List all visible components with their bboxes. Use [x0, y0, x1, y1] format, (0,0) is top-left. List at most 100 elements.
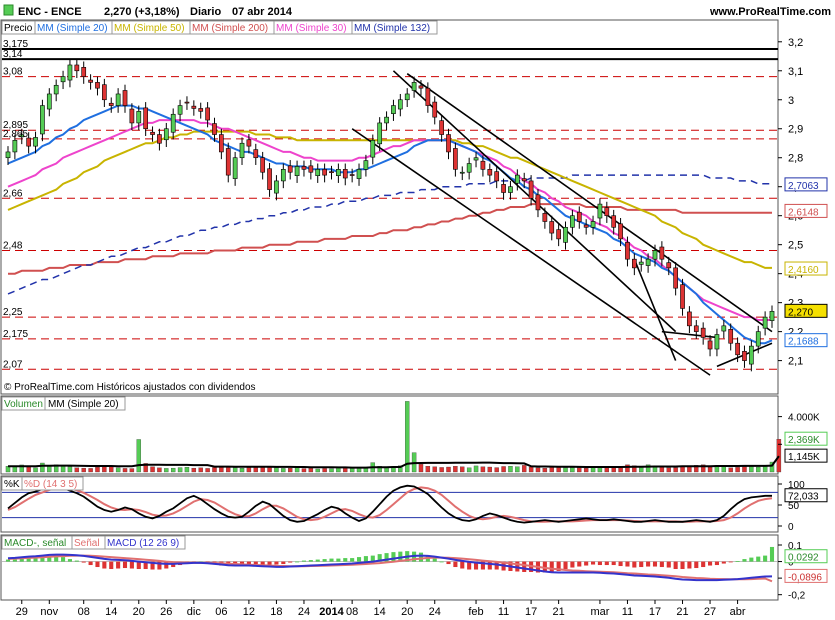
candle-body	[728, 329, 734, 344]
candle-body	[680, 284, 685, 309]
candle-body	[494, 171, 500, 182]
value-tag-text: 2,1688	[788, 337, 819, 348]
macd-hist-bar	[343, 558, 348, 562]
macd-hist-bar	[363, 556, 368, 562]
macd-hist-bar	[611, 561, 616, 566]
macd-hist-bar	[274, 561, 279, 565]
stochastic-panel: %K %D (14 3 5) 10050072,033	[0, 475, 828, 533]
candle-body	[425, 87, 431, 106]
candle-body	[280, 169, 286, 182]
x-tick-label: 29	[16, 606, 28, 618]
volume-bar	[294, 467, 300, 473]
macd-hist-bar	[549, 561, 554, 572]
volume-tag-text: 2,369K	[788, 435, 820, 446]
macd-hist-bar	[646, 561, 651, 567]
volume-bar	[274, 467, 279, 473]
candle-body	[384, 116, 389, 124]
volume-bar	[184, 467, 190, 473]
volume-bar	[680, 466, 685, 473]
candle-body	[370, 140, 376, 158]
volume-bar	[728, 467, 733, 473]
volume-bar	[136, 439, 141, 473]
date: 07 abr 2014	[232, 6, 293, 18]
candle-body	[67, 64, 73, 81]
candle-body	[267, 168, 272, 190]
candle-body	[397, 99, 403, 110]
candle-body	[198, 108, 204, 112]
volume-bar	[446, 466, 451, 473]
legend-sma30: MM (Simple 30)	[276, 23, 347, 34]
x-tick-label: 2014	[319, 606, 344, 618]
candle-body	[232, 157, 238, 179]
macd-hist-bar	[432, 558, 437, 562]
volume-bar	[239, 467, 245, 473]
candle-body	[446, 134, 451, 153]
volume-bar	[639, 466, 644, 473]
macd-hist-bar	[563, 561, 568, 570]
volume-bar	[749, 466, 754, 473]
candle-body	[315, 169, 321, 176]
candle-body	[177, 105, 183, 115]
candle-body	[459, 171, 465, 174]
volume-bar	[253, 466, 258, 473]
volume-axis: 4.000K 2,369K 1,145K	[778, 413, 828, 463]
candle-body	[762, 316, 768, 329]
volume-bar	[659, 466, 665, 473]
candle-body	[707, 340, 713, 350]
macd-hist-bar	[584, 561, 589, 566]
x-tick-label: abr	[730, 606, 746, 618]
macd-hist-bar	[763, 555, 768, 562]
level-label: 3,14	[3, 49, 23, 60]
x-tick-label: 27	[704, 606, 716, 618]
level-label: 2,865	[3, 129, 28, 140]
macd-hist-bar	[749, 557, 754, 562]
macd-hist-bar	[590, 561, 596, 565]
level-label: 2,48	[3, 240, 23, 251]
volume-bar	[281, 468, 286, 473]
volume-bar	[315, 468, 320, 473]
macd-hist-bar	[356, 557, 362, 562]
volume-bar	[88, 468, 93, 473]
candle-body	[81, 67, 87, 77]
candle-body	[521, 178, 527, 182]
x-tick-label: feb	[468, 606, 483, 618]
level-label: 2,66	[3, 188, 23, 199]
macd-hist-bar	[88, 561, 93, 566]
candle-body	[294, 166, 300, 176]
macd-tick-label: -0,2	[788, 591, 806, 602]
candle-body	[46, 93, 52, 110]
candle-body	[700, 327, 706, 338]
volume-bar	[501, 466, 506, 473]
legend-volume-sma: MM (Simple 20)	[48, 399, 119, 410]
candle-body	[549, 221, 555, 234]
volume-bar	[707, 466, 713, 473]
site-url[interactable]: www.ProRealTime.com	[709, 6, 831, 18]
x-tick-label: dic	[187, 606, 202, 618]
stoch-tick-label: 0	[788, 522, 794, 533]
candle-body	[225, 148, 231, 176]
volume-bar	[570, 467, 575, 473]
x-tick-label: 17	[649, 606, 661, 618]
candle-body	[508, 186, 513, 193]
macd-hist-bar	[336, 558, 341, 562]
period: Diario	[190, 6, 221, 18]
macd-hist-bar	[288, 561, 293, 563]
volume-bar	[466, 467, 472, 473]
macd-hist-bar	[721, 561, 726, 564]
candle-body	[342, 169, 348, 179]
candle-body	[329, 171, 334, 173]
stoch-axis: 10050072,033	[778, 480, 828, 533]
volume-bar	[336, 467, 341, 473]
x-tick-label: 26	[160, 606, 172, 618]
candle-body	[432, 101, 438, 118]
value-tag-text: 2,4160	[788, 265, 819, 276]
candle-body	[170, 113, 176, 133]
macd-hist-bar	[701, 561, 706, 568]
candle-body	[404, 93, 410, 101]
volume-bar	[563, 467, 568, 473]
macd-hist-bar	[680, 561, 685, 570]
x-tick-label: 14	[374, 606, 386, 618]
volume-panel: Volumen MM (Simple 20) 4.000K 2,369K 1,145…	[0, 395, 828, 475]
level-label: 2,25	[3, 307, 23, 318]
x-tick-label: 20	[133, 606, 145, 618]
